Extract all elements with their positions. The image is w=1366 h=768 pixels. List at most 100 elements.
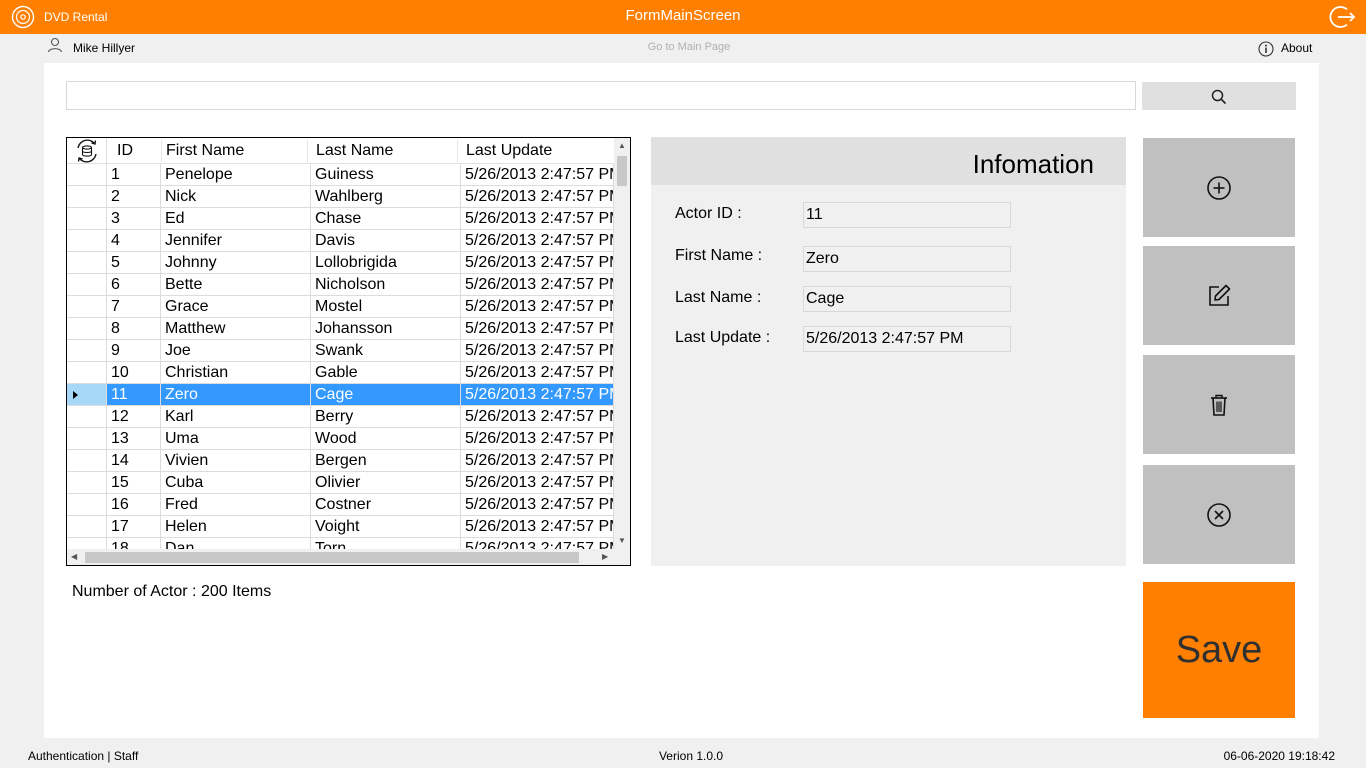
cell-first-name[interactable]: Christian [161, 362, 311, 384]
cell-last-update[interactable]: 5/26/2013 2:47:57 PM [461, 362, 614, 384]
cell-last-update[interactable]: 5/26/2013 2:47:57 PM [461, 516, 614, 538]
logout-icon[interactable] [1328, 4, 1356, 30]
vertical-scroll-thumb[interactable] [617, 156, 627, 186]
cell-id[interactable]: 4 [107, 230, 161, 252]
cell-first-name[interactable]: Nick [161, 186, 311, 208]
column-header-first-name[interactable]: First Name [166, 142, 244, 160]
table-row[interactable]: 8 Matthew Johansson 5/26/2013 2:47:57 PM [67, 318, 614, 340]
horizontal-scroll-thumb[interactable] [85, 552, 579, 563]
table-row[interactable]: 5 Johnny Lollobrigida 5/26/2013 2:47:57 PM [67, 252, 614, 274]
table-row[interactable]: 16 Fred Costner 5/26/2013 2:47:57 PM [67, 494, 614, 516]
cell-first-name[interactable]: Uma [161, 428, 311, 450]
scroll-right-arrow-icon[interactable]: ▶ [602, 552, 608, 562]
edit-button[interactable] [1143, 246, 1295, 345]
cell-first-name[interactable]: Johnny [161, 252, 311, 274]
cell-first-name[interactable]: Matthew [161, 318, 311, 340]
delete-button[interactable] [1143, 355, 1295, 454]
go-to-main-page-link[interactable]: Go to Main Page [589, 41, 789, 53]
actor-id-field[interactable]: 11 [803, 202, 1011, 228]
cell-last-name[interactable]: Olivier [311, 472, 461, 494]
row-header[interactable] [67, 384, 107, 406]
cell-id[interactable]: 8 [107, 318, 161, 340]
cell-last-name[interactable]: Wood [311, 428, 461, 450]
cell-last-name[interactable]: Costner [311, 494, 461, 516]
cell-first-name[interactable]: Fred [161, 494, 311, 516]
cell-id[interactable]: 16 [107, 494, 161, 516]
scroll-up-arrow-icon[interactable]: ▲ [618, 141, 626, 151]
table-row[interactable]: 7 Grace Mostel 5/26/2013 2:47:57 PM [67, 296, 614, 318]
table-row[interactable]: 9 Joe Swank 5/26/2013 2:47:57 PM [67, 340, 614, 362]
cell-first-name[interactable]: Penelope [161, 164, 311, 186]
cell-id[interactable]: 2 [107, 186, 161, 208]
cell-first-name[interactable]: Zero [161, 384, 311, 406]
row-header[interactable] [67, 450, 107, 472]
save-button[interactable]: Save [1143, 582, 1295, 718]
cell-last-update[interactable]: 5/26/2013 2:47:57 PM [461, 230, 614, 252]
row-header[interactable] [67, 494, 107, 516]
cell-last-name[interactable]: Torn [311, 538, 461, 549]
row-header[interactable] [67, 362, 107, 384]
row-header[interactable] [67, 208, 107, 230]
cell-last-name[interactable]: Davis [311, 230, 461, 252]
cell-id[interactable]: 9 [107, 340, 161, 362]
cell-last-update[interactable]: 5/26/2013 2:47:57 PM [461, 538, 614, 549]
cell-last-update[interactable]: 5/26/2013 2:47:57 PM [461, 252, 614, 274]
add-button[interactable] [1143, 138, 1295, 237]
row-header[interactable] [67, 296, 107, 318]
cell-first-name[interactable]: Ed [161, 208, 311, 230]
table-row[interactable]: 11 Zero Cage 5/26/2013 2:47:57 PM [67, 384, 614, 406]
cell-last-name[interactable]: Wahlberg [311, 186, 461, 208]
cell-first-name[interactable]: Joe [161, 340, 311, 362]
table-row[interactable]: 2 Nick Wahlberg 5/26/2013 2:47:57 PM [67, 186, 614, 208]
cell-last-update[interactable]: 5/26/2013 2:47:57 PM [461, 406, 614, 428]
cell-id[interactable]: 13 [107, 428, 161, 450]
cell-id[interactable]: 17 [107, 516, 161, 538]
cell-last-update[interactable]: 5/26/2013 2:47:57 PM [461, 186, 614, 208]
column-header-id[interactable]: ID [117, 142, 133, 160]
cell-last-name[interactable]: Gable [311, 362, 461, 384]
cell-first-name[interactable]: Jennifer [161, 230, 311, 252]
cell-last-update[interactable]: 5/26/2013 2:47:57 PM [461, 208, 614, 230]
cell-last-name[interactable]: Nicholson [311, 274, 461, 296]
cell-id[interactable]: 6 [107, 274, 161, 296]
table-row[interactable]: 14 Vivien Bergen 5/26/2013 2:47:57 PM [67, 450, 614, 472]
row-header[interactable] [67, 406, 107, 428]
cell-id[interactable]: 18 [107, 538, 161, 549]
cell-last-update[interactable]: 5/26/2013 2:47:57 PM [461, 274, 614, 296]
table-row[interactable]: 1 Penelope Guiness 5/26/2013 2:47:57 PM [67, 164, 614, 186]
cell-last-name[interactable]: Voight [311, 516, 461, 538]
cell-last-update[interactable]: 5/26/2013 2:47:57 PM [461, 450, 614, 472]
last-update-field[interactable]: 5/26/2013 2:47:57 PM [803, 326, 1011, 352]
cell-last-name[interactable]: Bergen [311, 450, 461, 472]
search-button[interactable] [1142, 82, 1296, 110]
table-row[interactable]: 6 Bette Nicholson 5/26/2013 2:47:57 PM [67, 274, 614, 296]
vertical-scrollbar[interactable]: ▲ ▼ [614, 138, 630, 549]
column-header-last-update[interactable]: Last Update [466, 142, 552, 160]
cell-last-update[interactable]: 5/26/2013 2:47:57 PM [461, 340, 614, 362]
table-row[interactable]: 4 Jennifer Davis 5/26/2013 2:47:57 PM [67, 230, 614, 252]
cell-first-name[interactable]: Bette [161, 274, 311, 296]
cell-first-name[interactable]: Vivien [161, 450, 311, 472]
refresh-button[interactable] [67, 138, 107, 164]
table-row[interactable]: 12 Karl Berry 5/26/2013 2:47:57 PM [67, 406, 614, 428]
table-row[interactable]: 18 Dan Torn 5/26/2013 2:47:57 PM [67, 538, 614, 549]
row-header[interactable] [67, 164, 107, 186]
cell-last-name[interactable]: Swank [311, 340, 461, 362]
cell-id[interactable]: 10 [107, 362, 161, 384]
row-header[interactable] [67, 516, 107, 538]
row-header[interactable] [67, 318, 107, 340]
cell-last-update[interactable]: 5/26/2013 2:47:57 PM [461, 384, 614, 406]
row-header[interactable] [67, 428, 107, 450]
cell-id[interactable]: 14 [107, 450, 161, 472]
table-row[interactable]: 3 Ed Chase 5/26/2013 2:47:57 PM [67, 208, 614, 230]
row-header[interactable] [67, 230, 107, 252]
table-row[interactable]: 10 Christian Gable 5/26/2013 2:47:57 PM [67, 362, 614, 384]
row-header[interactable] [67, 472, 107, 494]
cell-id[interactable]: 3 [107, 208, 161, 230]
scroll-down-arrow-icon[interactable]: ▼ [618, 536, 626, 546]
search-input[interactable] [66, 81, 1136, 110]
cell-last-update[interactable]: 5/26/2013 2:47:57 PM [461, 494, 614, 516]
column-header-last-name[interactable]: Last Name [316, 142, 393, 160]
table-row[interactable]: 17 Helen Voight 5/26/2013 2:47:57 PM [67, 516, 614, 538]
table-row[interactable]: 15 Cuba Olivier 5/26/2013 2:47:57 PM [67, 472, 614, 494]
